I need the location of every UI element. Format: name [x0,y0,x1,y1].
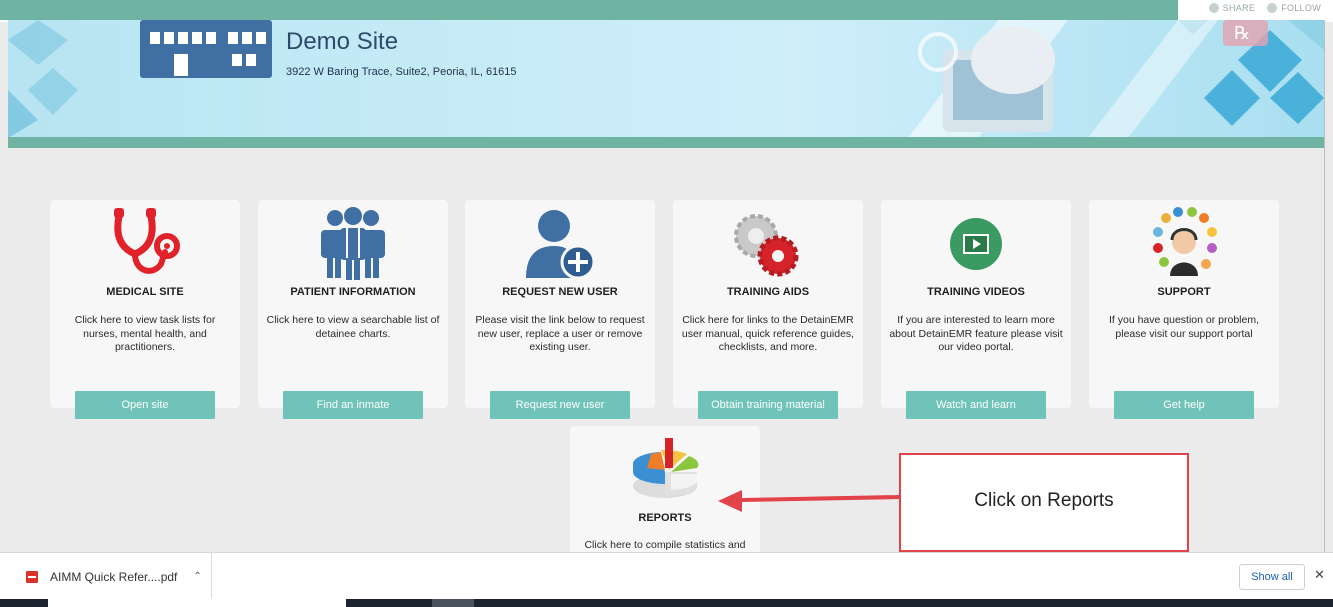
card-medical-site: MEDICAL SITE Click here to view task lis… [50,200,240,419]
pdf-file-icon [26,570,38,583]
download-file-name: AIMM Quick Refer....pdf [50,569,178,584]
card-title: SUPPORT [1157,286,1211,298]
site-banner: ℞ Demo Site 3922 W Baring Trace, Suite2,… [8,20,1324,138]
add-user-icon [465,206,655,282]
top-frame: SHARE FOLLOW [0,0,1333,22]
card-patient-information: PATIENT INFORMATION Click here to view a… [258,200,448,419]
annotation-arrow-icon [718,490,901,512]
card-description: Click here for links to the DetainEMR us… [681,314,855,353]
share-follow-links: SHARE FOLLOW [1208,3,1321,13]
card-support: SUPPORT If you have question or problem,… [1089,200,1279,419]
star-icon [1267,3,1278,13]
card-title: REQUEST NEW USER [502,286,618,298]
card-title: TRAINING AIDS [726,286,810,298]
card-description: Click here to compile statistics and [584,539,746,551]
share-link[interactable]: SHARE [1208,3,1256,13]
site-title: Demo Site [286,28,399,55]
card-description: If you have question or problem, please … [1108,314,1259,340]
download-bar: AIMM Quick Refer....pdf ⌃ Show all ✕ [0,552,1333,600]
people-group-icon [258,206,448,282]
annotation-callout: Click on Reports [899,453,1189,552]
share-icon [1208,3,1219,13]
video-player-icon [881,206,1071,282]
download-item[interactable]: AIMM Quick Refer....pdf ⌃ [0,553,212,600]
banner-bottom-strip [8,137,1324,148]
svg-text:℞: ℞ [1234,23,1250,43]
find-inmate-button[interactable]: Find an inmate [283,391,423,419]
get-help-button[interactable]: Get help [1114,391,1254,419]
follow-link[interactable]: FOLLOW [1267,3,1321,13]
card-title: MEDICAL SITE [106,286,184,298]
open-site-button[interactable]: Open site [75,391,215,419]
card-title: PATIENT INFORMATION [290,286,416,298]
card-title: TRAINING VIDEOS [927,286,1025,298]
top-accent-bar [0,0,1178,20]
card-description: Click here to view task lists for nurses… [74,314,216,353]
taskbar-search-field[interactable] [48,599,346,607]
card-description: Click here to view a searchable list of … [266,314,440,340]
close-icon[interactable]: ✕ [1314,567,1325,583]
support-agent-icon [1089,206,1279,282]
annotation-text: Click on Reports [974,489,1114,511]
card-description: If you are interested to learn more abou… [889,314,1063,353]
card-request-new-user: REQUEST NEW USER Please visit the link b… [465,200,655,419]
card-training-aids: TRAINING AIDS Click here for links to th… [673,200,863,419]
request-new-user-button[interactable]: Request new user [490,391,630,419]
taskbar-app-icon[interactable] [432,599,474,607]
gears-icon [673,206,863,282]
chevron-up-icon[interactable]: ⌃ [193,571,201,582]
site-address: 3922 W Baring Trace, Suite2, Peoria, IL,… [286,66,517,78]
card-description: Please visit the link below to request n… [475,314,645,353]
card-training-videos: TRAINING VIDEOS If you are interested to… [881,200,1071,419]
hospital-logo-icon [140,20,272,78]
watch-and-learn-button[interactable]: Watch and learn [906,391,1046,419]
obtain-training-material-button[interactable]: Obtain training material [698,391,838,419]
page-right-border [1324,20,1325,552]
stethoscope-icon [50,206,240,282]
show-all-button[interactable]: Show all [1239,564,1305,590]
